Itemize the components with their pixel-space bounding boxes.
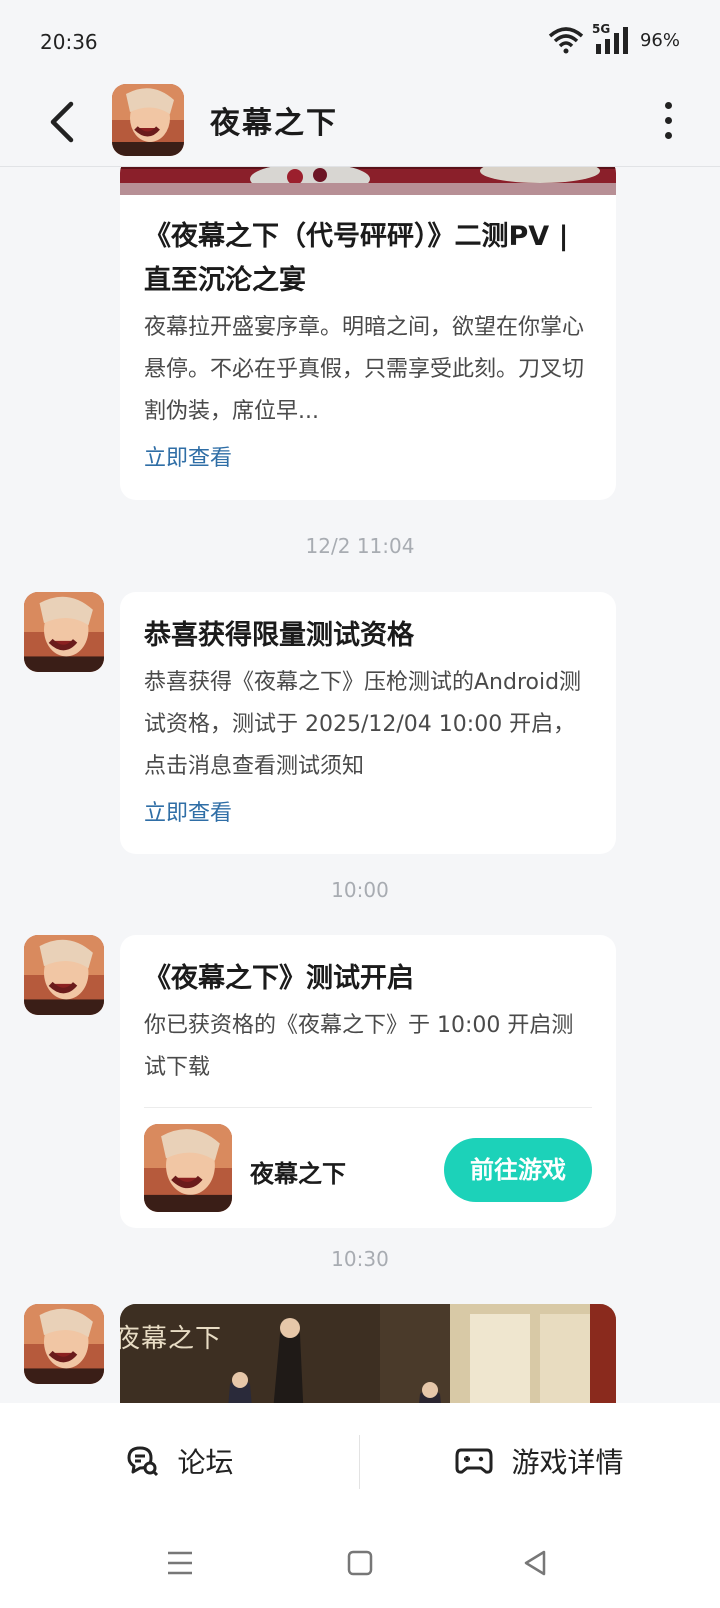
view-now-link[interactable]: 立即查看	[144, 794, 592, 834]
chat-header: 夜幕之下	[0, 80, 720, 167]
timestamp: 10:30	[331, 1247, 389, 1271]
message-card[interactable]: 《夜幕之下》测试开启 你已获资格的《夜幕之下》于 10:00 开启测试下载 夜幕…	[120, 935, 616, 1228]
page-title: 夜幕之下	[210, 106, 338, 141]
forum-chat-icon	[127, 1446, 159, 1476]
status-icons: 5G 96%	[548, 22, 680, 54]
message-title: 恭喜获得限量测试资格	[144, 620, 414, 651]
message-text: 恭喜获得《夜幕之下》压枪测试的Android测试资格，测试于 2025/12/0…	[144, 670, 582, 779]
forum-label: 论坛	[177, 1445, 234, 1479]
status-time: 20:36	[40, 30, 98, 54]
message-feed[interactable]: 《夜幕之下（代号砰砰）》二测PV | 直至沉沦之宴 夜幕拉开盛宴序章。明暗之间，…	[0, 167, 720, 1403]
more-options-button[interactable]	[656, 100, 680, 140]
signal-icon: 5G	[592, 22, 632, 54]
chevron-left-icon	[50, 101, 74, 143]
status-bar: 20:36 5G 96%	[0, 0, 720, 80]
sender-avatar[interactable]	[24, 592, 104, 672]
game-icon[interactable]	[144, 1124, 232, 1212]
game-entry[interactable]: 夜幕之下 前往游戏	[120, 1108, 616, 1218]
game-avatar[interactable]	[112, 84, 184, 156]
message-text: 你已获资格的《夜幕之下》于 10:00 开启测试下载	[144, 1013, 574, 1080]
timestamp: 10:00	[331, 878, 389, 902]
sender-avatar[interactable]	[24, 935, 104, 1015]
wifi-icon	[548, 27, 584, 54]
recent-apps-button[interactable]	[150, 1538, 210, 1588]
message-text: 夜幕拉开盛宴序章。明暗之间，欲望在你掌心悬停。不必在乎真假，只需享受此刻。刀叉切…	[144, 315, 585, 424]
back-button[interactable]	[38, 94, 86, 150]
message-card[interactable]: 恭喜获得限量测试资格 恭喜获得《夜幕之下》压枪测试的Android测试资格，测试…	[120, 592, 616, 854]
game-details-tab[interactable]: 游戏详情	[360, 1403, 719, 1518]
system-back-button[interactable]	[505, 1538, 565, 1588]
message-title: 《夜幕之下（代号砰砰）》二测PV | 直至沉沦之宴	[144, 221, 569, 296]
gamepad-icon	[455, 1448, 493, 1474]
more-dots-icon	[664, 101, 672, 109]
timestamp: 12/2 11:04	[305, 534, 415, 558]
message-card[interactable]: 《夜幕之下（代号砰砰）》二测PV | 直至沉沦之宴 夜幕拉开盛宴序章。明暗之间，…	[120, 167, 616, 500]
sender-avatar[interactable]	[24, 1304, 104, 1384]
battery-level: 96%	[639, 29, 680, 51]
triangle-back-icon	[524, 1550, 546, 1576]
system-navigation-bar	[0, 1518, 720, 1608]
game-details-label: 游戏详情	[511, 1445, 624, 1479]
view-now-link[interactable]: 立即查看	[144, 439, 592, 479]
artwork-logo-text: 夜幕之下	[120, 1324, 223, 1354]
message-title: 《夜幕之下》测试开启	[144, 963, 414, 994]
bottom-action-bar: 论坛 游戏详情	[0, 1403, 720, 1518]
image-message-card[interactable]: 夜幕之下	[120, 1304, 616, 1403]
menu-lines-icon	[168, 1551, 192, 1575]
game-name: 夜幕之下	[250, 1160, 346, 1188]
go-to-game-button[interactable]: 前往游戏	[444, 1138, 592, 1202]
pv-banner-image[interactable]	[120, 167, 616, 195]
home-button[interactable]	[330, 1538, 390, 1588]
forum-tab[interactable]: 论坛	[0, 1403, 359, 1518]
square-home-icon	[347, 1550, 373, 1576]
